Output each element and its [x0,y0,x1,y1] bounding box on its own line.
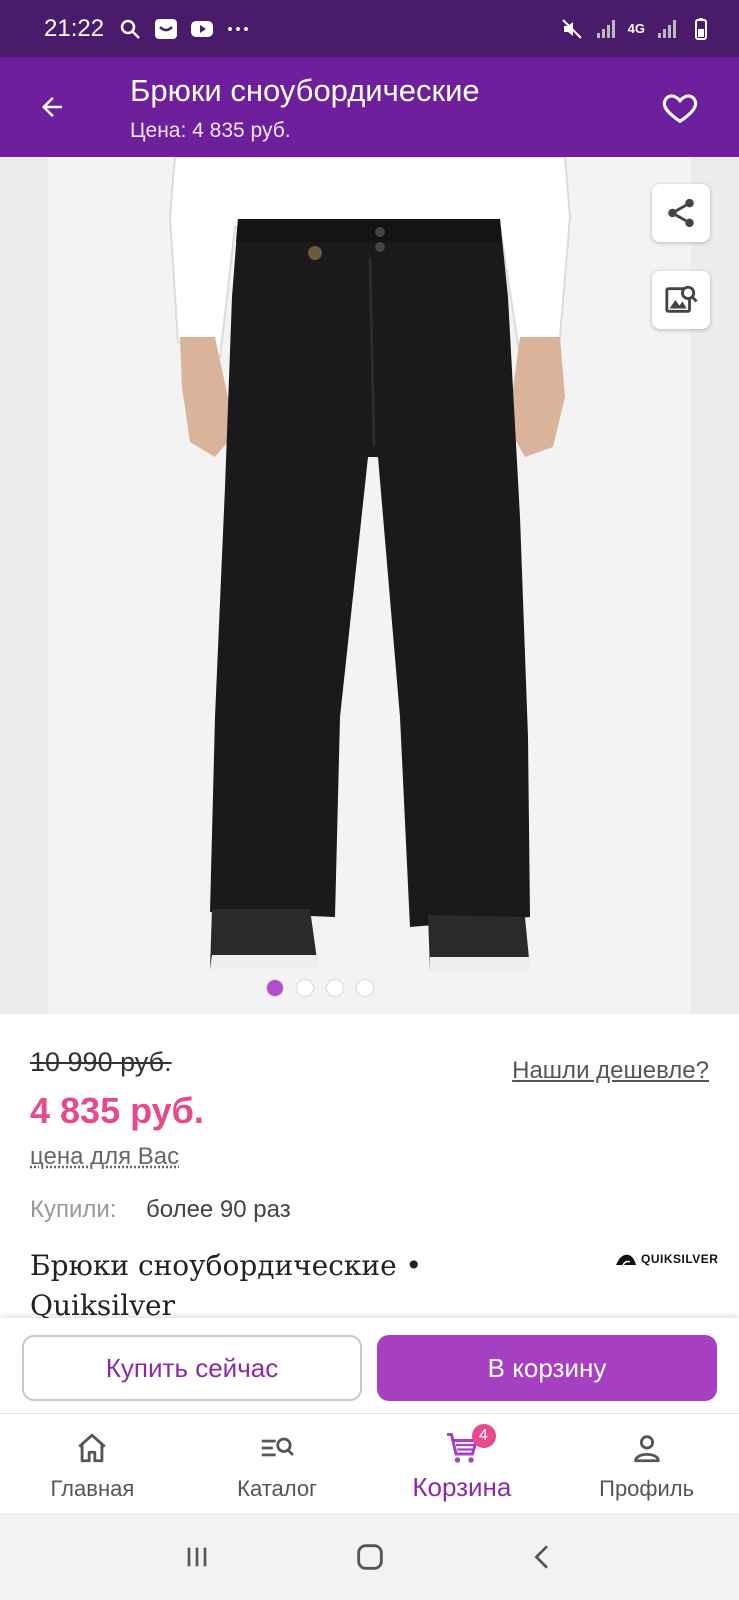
battery-icon [695,17,707,40]
status-icons-left [118,17,250,41]
more-dots-icon [228,26,249,31]
share-button[interactable] [652,184,710,242]
home-icon [78,1433,107,1463]
nav-item-home[interactable]: Главная [0,1414,185,1513]
recent-apps-icon [187,1547,206,1566]
home-system-button[interactable] [340,1527,400,1587]
gallery-dot[interactable] [326,980,343,996]
gallery-pagination [0,980,739,996]
nav-label-catalog: Каталог [237,1476,318,1501]
nav-item-catalog[interactable]: Каталог [185,1414,370,1513]
brand-logo[interactable]: QUIKSILVER [615,1252,718,1266]
buy-now-button[interactable]: Купить сейчас [22,1335,362,1401]
gallery-dot[interactable] [266,980,283,996]
gallery-dot[interactable] [296,980,313,996]
add-to-cart-button[interactable]: В корзину [377,1335,717,1401]
bottom-navigation: Главная Каталог 4 Корзина Профиль [0,1413,739,1513]
product-photo [168,157,572,971]
app-bar: Брюки сноубордические Цена: 4 835 руб. [0,57,739,157]
signal-icon [596,19,615,38]
heart-icon [662,94,698,124]
product-gallery[interactable] [0,157,739,1014]
image-search-button[interactable] [652,271,710,329]
recent-apps-button[interactable] [167,1527,227,1587]
profile-icon [633,1435,660,1463]
product-name: Брюки сноубордические • Quiksilver [30,1249,423,1322]
bought-value: более 90 раз [146,1196,291,1223]
search-icon [120,19,140,39]
nav-item-cart[interactable]: 4 Корзина [370,1414,555,1513]
app-notification-icon [155,18,178,39]
favorite-button[interactable] [656,83,704,131]
back-button-icon [533,1544,548,1569]
nav-label-profile: Профиль [599,1476,695,1501]
status-bar: 21:22 4G [0,0,739,57]
current-price: 4 835 руб. [30,1090,204,1131]
system-navigation-bar [0,1513,739,1600]
youtube-icon [191,20,214,37]
nav-item-profile[interactable]: Профиль [554,1414,739,1513]
found-cheaper-link[interactable]: Нашли дешевле? [512,1057,709,1085]
image-search-icon [665,285,698,313]
old-price: 10 990 руб. [30,1047,172,1077]
nav-label-home: Главная [50,1476,135,1501]
back-system-button[interactable] [513,1527,573,1587]
page-subtitle-price: Цена: 4 835 руб. [130,119,291,142]
arrow-left-icon [42,97,62,117]
price-for-you-link[interactable]: цена для Вас [30,1143,179,1171]
nav-label-cart: Корзина [412,1472,512,1502]
brand-name: QUIKSILVER [641,1252,719,1266]
catalog-search-icon [261,1437,295,1457]
status-time: 21:22 [44,14,105,42]
share-icon [668,198,694,228]
cart-count-badge: 4 [471,1424,496,1448]
back-button[interactable] [30,85,74,129]
quiksilver-wave-icon [616,1254,636,1266]
action-bar: Купить сейчас В корзину [0,1318,739,1413]
network-4g-icon: 4G [627,21,645,36]
signal-icon [658,19,676,38]
bought-label: Купили: [30,1196,117,1223]
home-button-icon [356,1543,383,1570]
mute-icon [561,18,582,39]
status-icons-right: 4G [560,17,713,41]
page-title: Брюки сноубордические [130,73,480,108]
gallery-dot[interactable] [356,980,373,996]
